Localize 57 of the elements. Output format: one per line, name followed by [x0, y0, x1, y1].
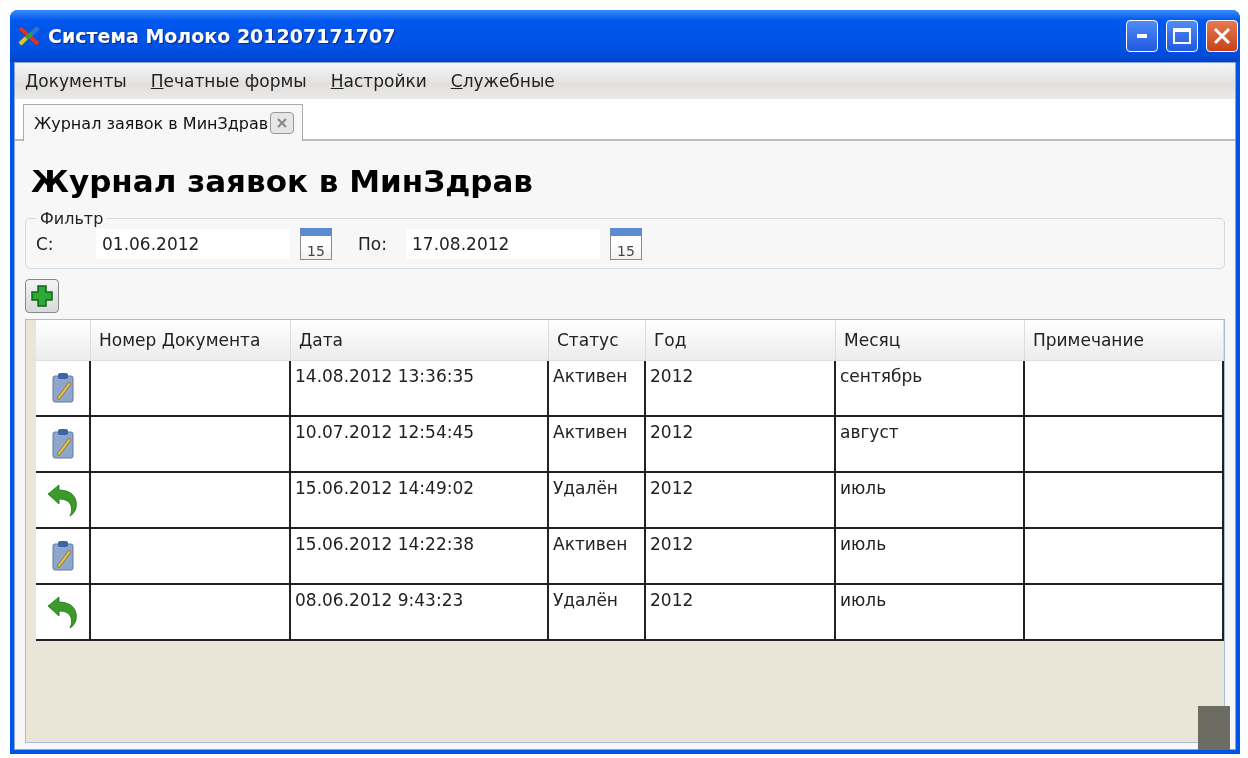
table-cell: июль	[836, 585, 1025, 641]
column-header[interactable]: Дата	[291, 320, 549, 361]
table-cell: июль	[836, 473, 1025, 529]
table-cell: август	[836, 417, 1025, 473]
table-cell: 2012	[646, 585, 836, 641]
table-cell: 15.06.2012 14:22:38	[291, 529, 549, 585]
app-logo-icon	[18, 26, 40, 46]
column-header[interactable]: Статус	[549, 320, 646, 361]
table-cell: 14.08.2012 13:36:35	[291, 361, 549, 417]
close-button[interactable]	[1206, 20, 1238, 52]
menu-item[interactable]: Документы	[25, 71, 127, 91]
to-date-field[interactable]: 17.08.2012	[406, 229, 600, 259]
maximize-icon	[1173, 28, 1191, 44]
clipboard-pencil-icon[interactable]	[50, 372, 75, 404]
close-icon	[1213, 27, 1231, 45]
column-header	[36, 320, 91, 361]
calendar-button[interactable]: 15	[300, 228, 332, 260]
table-cell: 2012	[646, 473, 836, 529]
minimize-button[interactable]	[1126, 20, 1158, 52]
table-cell: Активен	[549, 529, 646, 585]
menu-item[interactable]: Настройки	[330, 71, 427, 91]
undo-arrow-icon[interactable]	[45, 594, 80, 630]
page-heading: Журнал заявок в МинЗдрав	[31, 163, 534, 199]
undo-arrow-icon[interactable]	[45, 482, 80, 518]
table-cell: 2012	[646, 417, 836, 473]
table-cell: 2012	[646, 529, 836, 585]
table-cell: Активен	[549, 417, 646, 473]
calendar-button[interactable]: 15	[610, 228, 642, 260]
table-cell: июль	[836, 529, 1025, 585]
table-cell: 08.06.2012 9:43:23	[291, 585, 549, 641]
table-cell: 10.07.2012 12:54:45	[291, 417, 549, 473]
filter-legend: Фильтр	[36, 209, 108, 228]
tab-close-button[interactable]	[270, 112, 295, 134]
table-cell: Удалён	[549, 585, 646, 641]
minimize-icon	[1137, 34, 1147, 38]
to-label: По:	[358, 234, 388, 254]
from-label: С:	[36, 234, 55, 254]
clipboard-pencil-icon[interactable]	[50, 428, 75, 460]
clipboard-pencil-icon[interactable]	[50, 540, 75, 572]
table-cell: Удалён	[549, 473, 646, 529]
add-button[interactable]	[25, 279, 59, 313]
table-cell: сентябрь	[836, 361, 1025, 417]
menu-item[interactable]: Печатные формы	[150, 71, 307, 91]
table-cell: 15.06.2012 14:49:02	[291, 473, 549, 529]
column-header[interactable]: Номер Документа	[91, 320, 291, 361]
close-icon	[277, 118, 288, 128]
document-tab[interactable]: Журнал заявок в МинЗдрав	[23, 104, 304, 141]
window-title: Система Молоко 201207171707	[48, 25, 397, 47]
table-cell: 2012	[646, 361, 836, 417]
maximize-button[interactable]	[1166, 20, 1198, 52]
column-header[interactable]: Примечание	[1025, 320, 1224, 361]
column-header[interactable]: Год	[646, 320, 836, 361]
from-date-field[interactable]: 01.06.2012	[96, 229, 290, 259]
column-header[interactable]: Месяц	[836, 320, 1025, 361]
table-cell: Активен	[549, 361, 646, 417]
menu-item[interactable]: Служебные	[450, 71, 555, 91]
resize-grip[interactable]	[1198, 706, 1230, 750]
